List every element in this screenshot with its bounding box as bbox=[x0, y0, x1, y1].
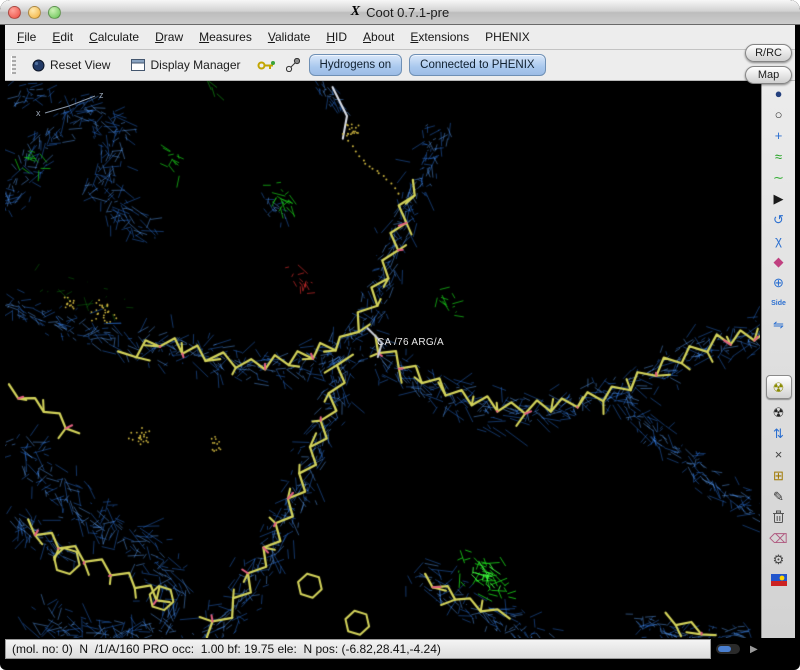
trash-icon bbox=[773, 510, 784, 523]
toolbar: Reset View Display Manager Hydrogens on … bbox=[5, 50, 795, 81]
menu-hid[interactable]: HID bbox=[318, 27, 355, 47]
add-atom-button[interactable]: ⊞ bbox=[766, 465, 792, 485]
mutate-button[interactable]: ◆ bbox=[766, 251, 792, 271]
gl-canvas-area: x z CA /76 ARG/A bbox=[5, 81, 761, 638]
pointer-button[interactable]: ▶ bbox=[766, 188, 792, 208]
atom-pair-button[interactable] bbox=[284, 56, 302, 74]
menu-measures[interactable]: Measures bbox=[191, 27, 260, 47]
window-body: File Edit Calculate Draw Measures Valida… bbox=[5, 25, 795, 660]
radiation-button[interactable]: ☢ bbox=[766, 402, 792, 422]
rrc-button[interactable]: R/RC bbox=[745, 44, 792, 62]
rotate-orbit-icon: ○ bbox=[774, 106, 783, 122]
eraser-icon: ⌫ bbox=[769, 530, 788, 546]
eraser-button[interactable]: ⌫ bbox=[766, 528, 792, 548]
real-space-refine-button[interactable]: ≈ bbox=[766, 146, 792, 166]
delete-item-button[interactable] bbox=[766, 507, 792, 527]
menu-validate[interactable]: Validate bbox=[260, 27, 319, 47]
add-atom-icon: ⊞ bbox=[773, 467, 784, 483]
translate-button[interactable]: + bbox=[766, 125, 792, 145]
bond-tool-button[interactable]: × bbox=[766, 444, 792, 464]
regularize-zone-button[interactable]: ∼ bbox=[766, 167, 792, 187]
settings-button[interactable]: ⚙ bbox=[766, 549, 792, 569]
bond-tool-icon: × bbox=[774, 446, 783, 462]
molecular-viewport[interactable] bbox=[5, 81, 760, 638]
drag-atoms-icon: ⇅ bbox=[773, 425, 784, 441]
axis-x-label: x bbox=[36, 108, 41, 118]
mutate-icon: ◆ bbox=[773, 253, 784, 269]
side-chain-flip-icon: Side bbox=[771, 299, 786, 307]
window-title: Coot 0.7.1-pre bbox=[366, 4, 450, 20]
drag-atoms-button[interactable]: ⇅ bbox=[766, 423, 792, 443]
display-colors-button[interactable] bbox=[766, 570, 792, 590]
axis-indicator: x z bbox=[36, 90, 104, 118]
translate-icon: + bbox=[774, 127, 783, 143]
flip-peptide-button[interactable]: ⇋ bbox=[766, 314, 792, 334]
regularize-zone-icon: ∼ bbox=[773, 169, 784, 185]
phenix-connection-toggle[interactable]: Connected to PHENIX bbox=[409, 54, 546, 76]
reset-view-icon bbox=[32, 59, 45, 71]
key-button[interactable] bbox=[255, 58, 277, 73]
side-chain-flip-button[interactable]: Side bbox=[766, 293, 792, 313]
paned-handle-icon[interactable]: ▶ bbox=[750, 644, 758, 655]
mini-scrollbar[interactable] bbox=[716, 644, 740, 654]
rotate-orbit-button[interactable]: ○ bbox=[766, 104, 792, 124]
right-toolbar: ● ○ + ≈ ∼ ▶ ↺ χ ◆ ⊕ Side ⇋ ☢ ☢ ⇅ × ⊞ ✎ ⌫ ⚙ bbox=[761, 81, 795, 638]
undo-radiation-button[interactable]: ☢ bbox=[765, 375, 792, 399]
reset-view-label: Reset View bbox=[50, 58, 111, 72]
hydrogens-toggle[interactable]: Hydrogens on bbox=[308, 54, 403, 76]
add-terminal-residue-icon: ⊕ bbox=[773, 274, 784, 290]
pencil-icon: ✎ bbox=[773, 488, 784, 504]
menu-extensions[interactable]: Extensions bbox=[402, 27, 477, 47]
edit-chi-angles-button[interactable]: χ bbox=[766, 230, 792, 250]
rotate-translate-zone-icon: ↺ bbox=[773, 211, 784, 227]
menu-phenix[interactable]: PHENIX bbox=[477, 27, 538, 47]
close-button[interactable] bbox=[8, 6, 21, 19]
menu-edit[interactable]: Edit bbox=[44, 27, 81, 47]
axis-z-label: z bbox=[99, 90, 104, 100]
atom-label: CA /76 ARG/A bbox=[377, 337, 444, 348]
real-space-refine-icon: ≈ bbox=[774, 148, 783, 164]
view-sphere-button[interactable]: ● bbox=[766, 83, 792, 103]
status-row: (mol. no: 0) N /1/A/160 PRO occ: 1.00 bf… bbox=[5, 638, 795, 660]
display-manager-button[interactable]: Display Manager bbox=[124, 55, 247, 75]
edit-chi-angles-icon: χ bbox=[775, 232, 782, 248]
status-text: (mol. no: 0) N /1/A/160 PRO occ: 1.00 bf… bbox=[12, 642, 441, 656]
menu-file[interactable]: File bbox=[9, 27, 44, 47]
key-icon bbox=[257, 60, 275, 69]
undo-radiation-icon: ☢ bbox=[772, 379, 785, 395]
display-manager-icon bbox=[131, 59, 146, 71]
window-title-group: X Coot 0.7.1-pre bbox=[351, 4, 449, 20]
menu-about[interactable]: About bbox=[355, 27, 402, 47]
pencil-button[interactable]: ✎ bbox=[766, 486, 792, 506]
minimize-button[interactable] bbox=[28, 6, 41, 19]
settings-icon: ⚙ bbox=[772, 551, 785, 567]
menu-calculate[interactable]: Calculate bbox=[81, 27, 147, 47]
pointer-icon: ▶ bbox=[773, 190, 784, 206]
rotate-translate-zone-button[interactable]: ↺ bbox=[766, 209, 792, 229]
status-bar: (mol. no: 0) N /1/A/160 PRO occ: 1.00 bf… bbox=[5, 639, 711, 659]
toolbar-grip[interactable] bbox=[11, 56, 16, 74]
corner-buttons: R/RC Map bbox=[745, 44, 792, 84]
display-manager-label: Display Manager bbox=[150, 58, 241, 72]
atom-pair-icon bbox=[285, 58, 300, 72]
x11-app-icon: X bbox=[350, 4, 361, 19]
picture-icon bbox=[770, 574, 787, 586]
window-controls bbox=[8, 6, 61, 19]
main-content: x z CA /76 ARG/A ● ○ + ≈ ∼ ▶ ↺ χ ◆ ⊕ Side ⇋ ☢ ☢ ⇅ × ⊞ ✎ ⌫ ⚙ bbox=[5, 81, 795, 638]
reset-view-button[interactable]: Reset View bbox=[25, 55, 117, 75]
flip-peptide-icon: ⇋ bbox=[773, 316, 784, 332]
app-window: X Coot 0.7.1-pre File Edit Calculate Dra… bbox=[0, 0, 800, 670]
menu-draw[interactable]: Draw bbox=[147, 27, 191, 47]
zoom-button[interactable] bbox=[48, 6, 61, 19]
view-sphere-icon: ● bbox=[774, 85, 783, 101]
mini-scrollbar-thumb[interactable] bbox=[718, 646, 731, 652]
map-button[interactable]: Map bbox=[745, 66, 792, 84]
titlebar[interactable]: X Coot 0.7.1-pre bbox=[0, 0, 800, 25]
menubar: File Edit Calculate Draw Measures Valida… bbox=[5, 25, 795, 50]
add-terminal-residue-button[interactable]: ⊕ bbox=[766, 272, 792, 292]
radiation-icon: ☢ bbox=[772, 404, 785, 420]
